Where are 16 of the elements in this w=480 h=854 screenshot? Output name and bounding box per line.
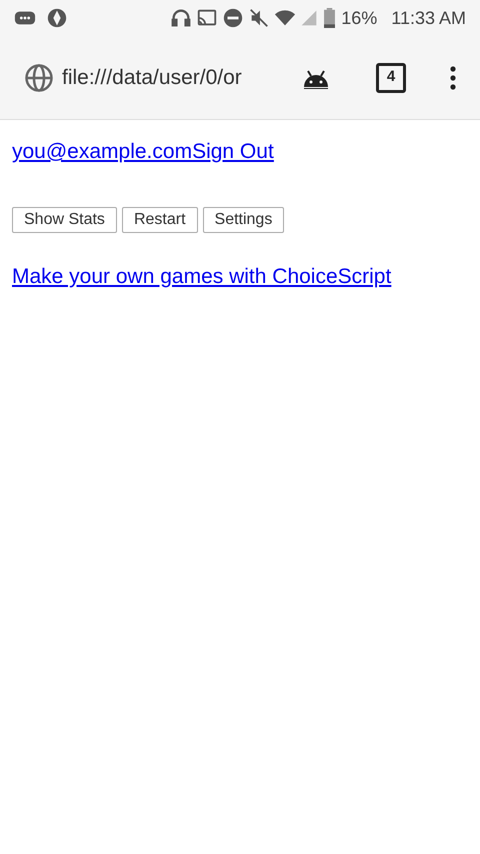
toolbar-button[interactable]: Restart: [122, 206, 198, 232]
battery-percentage: 16%: [341, 6, 378, 30]
clock-time: 11:33 AM: [391, 6, 466, 30]
sign-out-link[interactable]: Sign Out: [192, 136, 274, 168]
choicescript-link[interactable]: Make your own games with ChoiceScript: [12, 260, 468, 292]
do-not-disturb-icon: [222, 7, 244, 29]
more-menu-icon[interactable]: [450, 66, 456, 90]
toolbar-button[interactable]: Show Stats: [12, 206, 117, 232]
toolbar-button[interactable]: Settings: [202, 206, 284, 232]
email-link[interactable]: you@example.com: [12, 136, 192, 168]
url-field[interactable]: file:///data/user/0/or: [24, 62, 296, 94]
tab-count-button[interactable]: 4: [376, 62, 406, 92]
globe-icon: [24, 62, 54, 92]
headphones-icon: [170, 7, 192, 29]
muted-speaker-icon: [248, 7, 270, 29]
battery-icon: [324, 8, 336, 28]
